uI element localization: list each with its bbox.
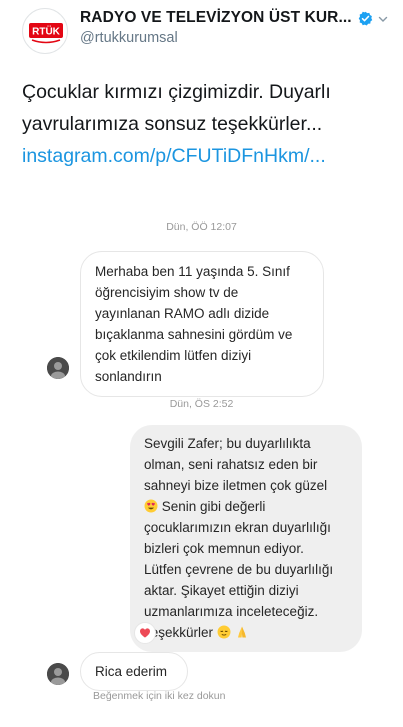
message-line: çocuklarımızın ekran duyarlılığı <box>144 520 331 535</box>
message-line-with-emoji: Senin gibi değerli <box>144 496 348 517</box>
message-line: bıçaklanma sahnesini gördüm ve <box>95 327 293 342</box>
incoming-message-bubble[interactable]: Merhaba ben 11 yaşında 5. Sınıf öğrencis… <box>80 251 324 397</box>
sender-avatar[interactable] <box>47 357 69 379</box>
tweet-line: Çocuklar kırmızı çizgimizdir. Duyarlı <box>22 81 331 103</box>
message-line: öğrencisiyim show tv de <box>95 285 239 300</box>
message-line: Merhaba ben 11 yaşında 5. Sınıf <box>95 264 290 279</box>
name-row: RADYO VE TELEVİZYON ÜST KUR... <box>80 9 389 27</box>
incoming-message-bubble[interactable]: Rica ederim <box>80 652 188 691</box>
message-line: Sevgili Zafer; bu duyarlılıkta <box>144 436 311 451</box>
relieved-emoji <box>217 624 231 639</box>
display-name[interactable]: RADYO VE TELEVİZYON ÜST KUR... <box>80 9 352 27</box>
message-line: bizleri çok memnun ediyor. <box>144 541 304 556</box>
message-line: Lütfen çevrene de bu duyarlılığı <box>144 562 334 577</box>
message-line: Rica ederim <box>95 664 168 679</box>
chat-timestamp: Dün, ÖS 2:52 <box>169 398 234 410</box>
tweet-link[interactable]: instagram.com/p/CFUTiDFnHkm/... <box>22 140 392 172</box>
message-line: uzmanlarımıza inceleteceğiz. <box>144 604 319 619</box>
message-reaction[interactable] <box>134 622 156 644</box>
rtuk-logo-icon: RTÜK <box>29 23 63 44</box>
sender-avatar[interactable] <box>47 663 69 685</box>
message-line: Senin gibi değerli <box>161 499 266 514</box>
message-line: çok etkilendim lütfen diziyi <box>95 348 252 363</box>
chevron-down-icon[interactable] <box>377 12 389 24</box>
chat-timestamp: Dün, ÖÖ 12:07 <box>166 221 237 233</box>
message-line: sahneyi bize iletmen çok güzel <box>144 478 328 493</box>
folded-hands-emoji <box>235 624 249 638</box>
account-avatar[interactable]: RTÜK <box>22 8 68 54</box>
message-line-with-emoji: Teşekkürler <box>144 622 348 643</box>
heart-eyes-emoji <box>144 498 158 513</box>
message-line: yayınlanan RAMO adlı dizide <box>95 306 270 321</box>
message-line: sonlandırın <box>95 369 162 384</box>
outgoing-message-bubble[interactable]: Sevgili Zafer; bu duyarlılıkta olman, se… <box>130 425 362 652</box>
double-tap-hint: Beğenmek için iki kez dokun <box>93 690 226 702</box>
tweet-text: Çocuklar kırmızı çizgimizdir. Duyarlı ya… <box>22 76 392 172</box>
account-handle[interactable]: @rtukkurumsal <box>80 30 178 46</box>
logo-text: RTÜK <box>32 25 61 38</box>
tweet-line: yavrularımıza sonsuz teşekkürler... <box>22 113 323 135</box>
message-line: olman, seni rahatsız eden bir <box>144 457 318 472</box>
verified-badge-icon <box>358 11 373 26</box>
heart-icon <box>140 628 150 638</box>
tweet-header: RTÜK RADYO VE TELEVİZYON ÜST KUR... @rtu… <box>0 0 403 58</box>
message-line: aktar. Şikayet ettiğin diziyi <box>144 583 299 598</box>
